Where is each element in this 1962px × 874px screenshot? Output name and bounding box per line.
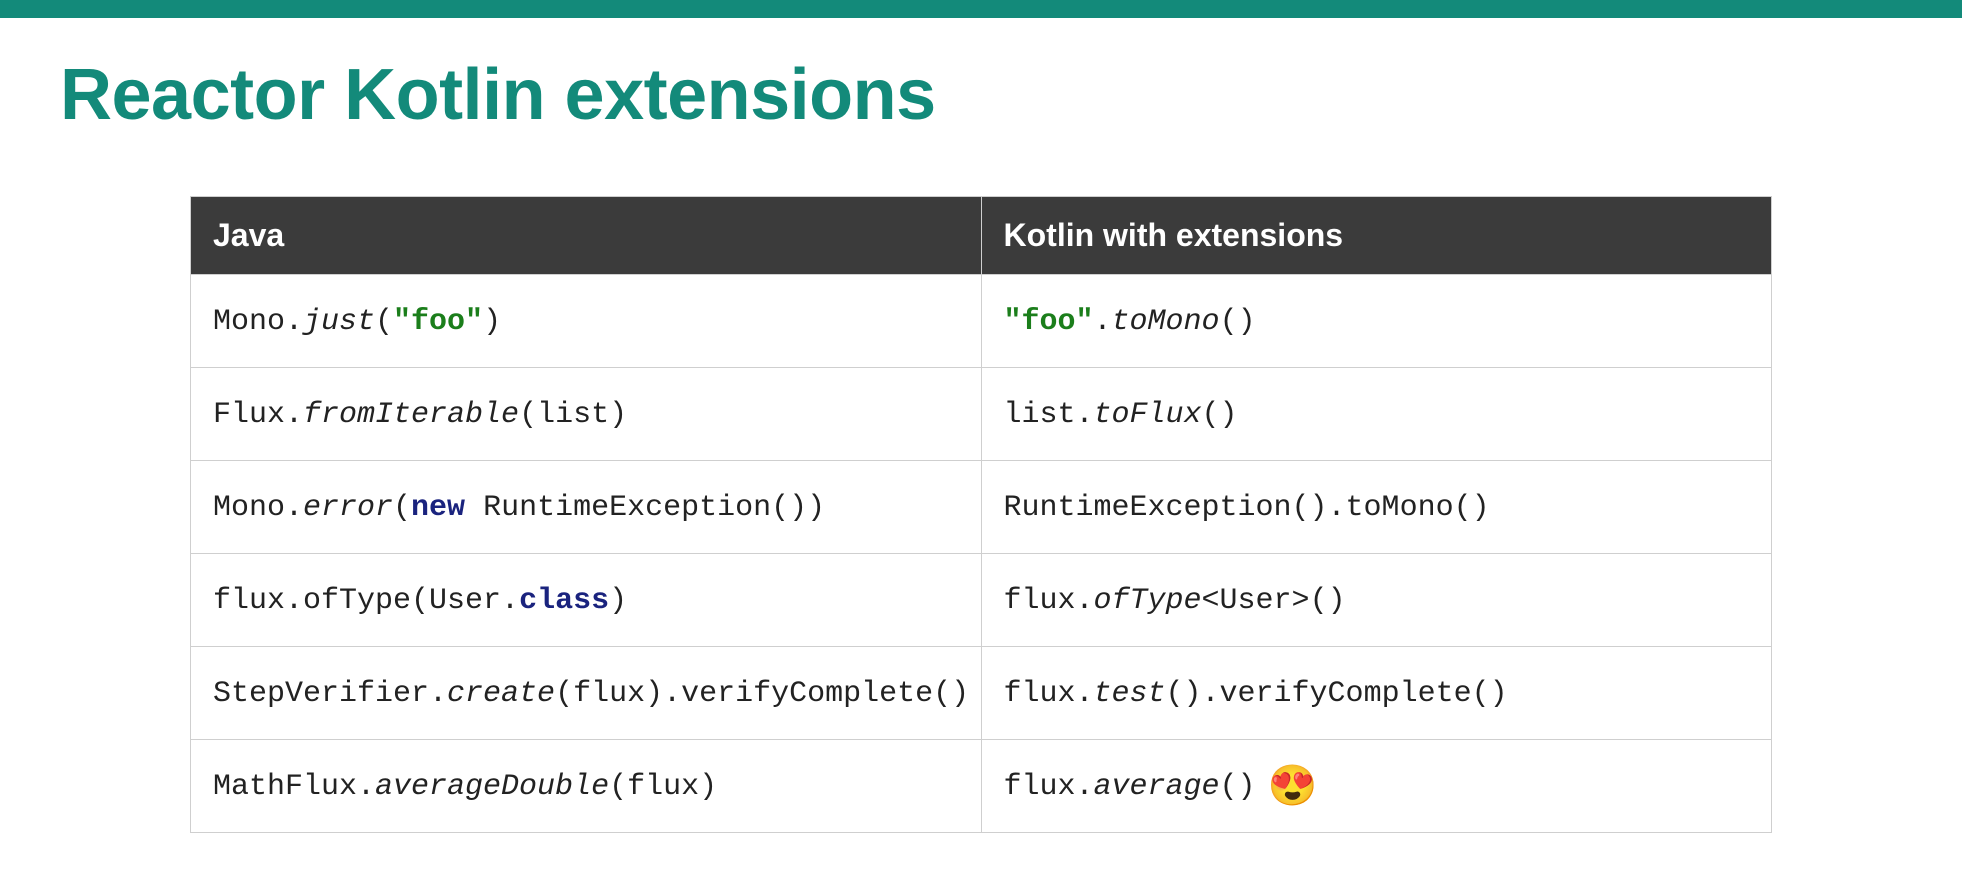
comparison-table: Java Kotlin with extensions Mono.just("f… xyxy=(190,196,1772,833)
cell-java: Mono.error(new RuntimeException()) xyxy=(191,461,982,554)
cell-kotlin: flux.test().verifyComplete() xyxy=(981,647,1772,740)
code-kotlin: flux.ofType<User>() xyxy=(1004,584,1346,618)
heart-eyes-icon: 😍 xyxy=(1268,766,1318,806)
code-java: StepVerifier.create(flux).verifyComplete… xyxy=(213,677,969,711)
cell-kotlin: flux.average() 😍 xyxy=(981,740,1772,833)
table-row: Mono.error(new RuntimeException()) Runtim… xyxy=(191,461,1772,554)
cell-java: flux.ofType(User.class) xyxy=(191,554,982,647)
table-row: StepVerifier.create(flux).verifyComplete… xyxy=(191,647,1772,740)
header-kotlin: Kotlin with extensions xyxy=(981,197,1772,275)
code-kotlin: flux.average() xyxy=(1004,770,1256,804)
slide-title: Reactor Kotlin extensions xyxy=(60,54,1902,136)
header-java: Java xyxy=(191,197,982,275)
table-row: Flux.fromIterable(list) list.toFlux() xyxy=(191,368,1772,461)
code-kotlin: "foo".toMono() xyxy=(1004,305,1256,339)
code-java: Mono.error(new RuntimeException()) xyxy=(213,491,825,525)
table-row: Mono.just("foo") "foo".toMono() xyxy=(191,275,1772,368)
code-java: Flux.fromIterable(list) xyxy=(213,398,627,432)
code-kotlin: list.toFlux() xyxy=(1004,398,1238,432)
cell-java: MathFlux.averageDouble(flux) xyxy=(191,740,982,833)
cell-kotlin: "foo".toMono() xyxy=(981,275,1772,368)
cell-java: StepVerifier.create(flux).verifyComplete… xyxy=(191,647,982,740)
code-java: MathFlux.averageDouble(flux) xyxy=(213,770,717,804)
slide: Reactor Kotlin extensions Java Kotlin wi… xyxy=(0,0,1962,874)
cell-kotlin: list.toFlux() xyxy=(981,368,1772,461)
table-header-row: Java Kotlin with extensions xyxy=(191,197,1772,275)
code-kotlin: RuntimeException().toMono() xyxy=(1004,491,1490,525)
table-row: flux.ofType(User.class) flux.ofType<User>… xyxy=(191,554,1772,647)
code-kotlin: flux.test().verifyComplete() xyxy=(1004,677,1508,711)
cell-kotlin: flux.ofType<User>() xyxy=(981,554,1772,647)
code-java: flux.ofType(User.class) xyxy=(213,584,627,618)
cell-java: Flux.fromIterable(list) xyxy=(191,368,982,461)
cell-kotlin: RuntimeException().toMono() xyxy=(981,461,1772,554)
code-java: Mono.just("foo") xyxy=(213,305,501,339)
slide-content: Reactor Kotlin extensions Java Kotlin wi… xyxy=(0,18,1962,873)
table-body: Mono.just("foo") "foo".toMono() Flux.fromI… xyxy=(191,275,1772,833)
cell-java: Mono.just("foo") xyxy=(191,275,982,368)
table-wrap: Java Kotlin with extensions Mono.just("f… xyxy=(60,196,1902,833)
top-accent-bar xyxy=(0,0,1962,18)
table-row: MathFlux.averageDouble(flux) flux.average… xyxy=(191,740,1772,833)
